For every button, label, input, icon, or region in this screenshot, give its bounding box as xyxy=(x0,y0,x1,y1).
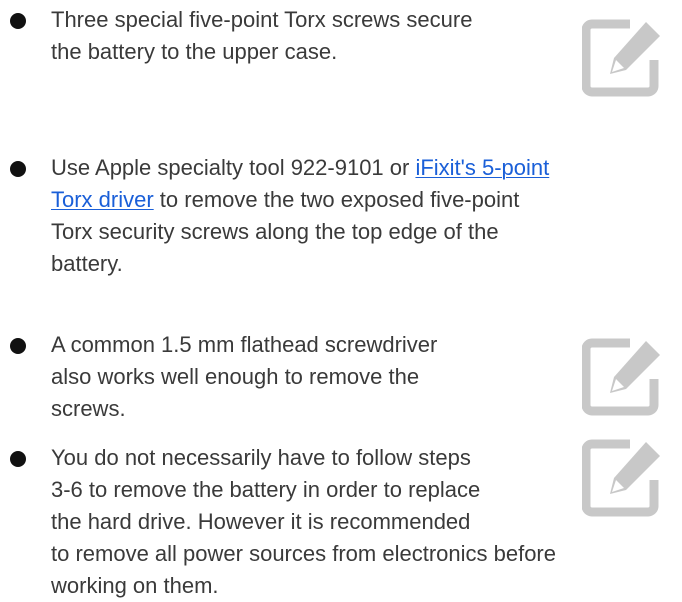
bullet-text: Use Apple specialty tool 922-9101 or iFi… xyxy=(51,152,549,280)
bullet-text: A common 1.5 mm flathead screwdriver als… xyxy=(51,329,437,425)
bullet-text: You do not necessarily have to follow st… xyxy=(51,442,556,602)
text-line: battery. xyxy=(51,251,123,276)
text-line: 3-6 to remove the battery in order to re… xyxy=(51,477,481,502)
text-segment: Use Apple specialty tool 922-9101 or xyxy=(51,155,416,180)
text-line: working on them. xyxy=(51,573,219,598)
bullet-dot-icon xyxy=(10,13,26,29)
bullet-text: Three special five-point Torx screws sec… xyxy=(51,4,472,68)
edit-note-icon[interactable] xyxy=(582,436,666,520)
bullet-dot-icon xyxy=(10,161,26,177)
torx-driver-link[interactable]: iFixit's 5-point xyxy=(415,155,549,180)
torx-driver-link-cont[interactable]: Torx driver xyxy=(51,187,154,212)
step-bullet-list: Three special five-point Torx screws sec… xyxy=(0,0,682,601)
text-line: Use Apple specialty tool 922-9101 or iFi… xyxy=(51,152,549,184)
text-segment: to remove the two exposed five-point xyxy=(153,187,520,212)
text-line: the hard drive. However it is recommende… xyxy=(51,509,471,534)
text-line: Three special five-point Torx screws sec… xyxy=(51,7,473,32)
edit-note-icon[interactable] xyxy=(582,16,666,100)
edit-note-icon[interactable] xyxy=(582,335,666,419)
bullet-dot-icon xyxy=(10,338,26,354)
text-line: Torx security screws along the top edge … xyxy=(51,219,499,244)
text-line: Torx driver to remove the two exposed fi… xyxy=(51,184,549,216)
text-line: screws. xyxy=(51,396,126,421)
text-line: A common 1.5 mm flathead screwdriver xyxy=(51,332,438,357)
text-line: to remove all power sources from electro… xyxy=(51,541,556,566)
text-line: You do not necessarily have to follow st… xyxy=(51,445,471,470)
bullet-dot-icon xyxy=(10,451,26,467)
text-line: also works well enough to remove the xyxy=(51,364,420,389)
text-line: the battery to the upper case. xyxy=(51,39,338,64)
